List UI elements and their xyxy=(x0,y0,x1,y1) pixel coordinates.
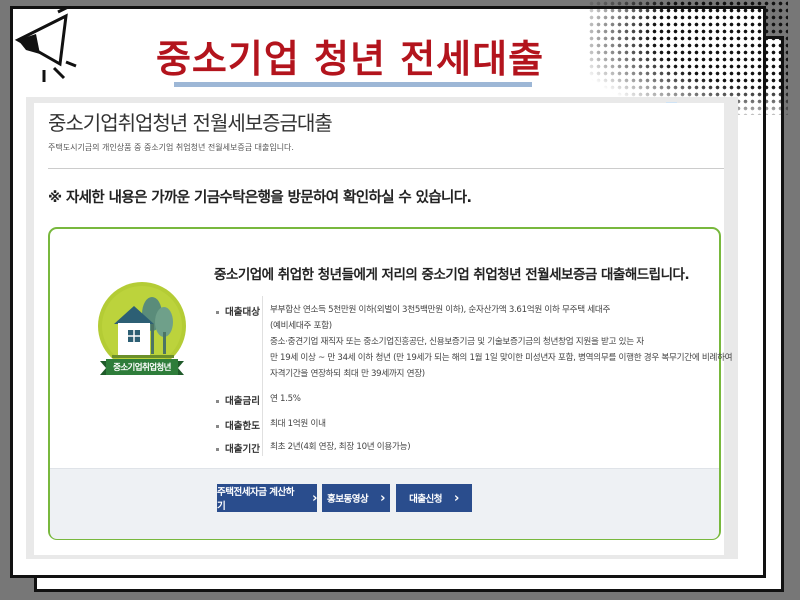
label-loan-limit: 대출한도 xyxy=(216,418,264,432)
loan-logo: 중소기업취업청년 xyxy=(96,262,188,394)
value-interest-rate: 연 1.5% xyxy=(270,394,301,404)
info-divider xyxy=(262,296,263,456)
bullet-icon xyxy=(216,311,219,314)
logo-label: 중소기업취업청년 xyxy=(113,363,171,373)
notice-text: ※ 자세한 내용은 가까운 기금수탁은행을 방문하여 확인하실 수 있습니다. xyxy=(48,190,472,206)
card-title: 중소기업에 취업한 청년들에게 저리의 중소기업 취업청년 전월세보증금 대출해… xyxy=(214,267,690,283)
house-tree-icon xyxy=(98,282,186,375)
label-loan-period: 대출기간 xyxy=(216,441,264,455)
apply-loan-button[interactable]: 대출신청 › xyxy=(396,484,472,512)
banner-title: 중소기업 청년 전세대출 xyxy=(155,37,545,81)
page-subtitle: 주택도시기금의 개인상품 중 중소기업 취업청년 전월세보증금 대출입니다. xyxy=(48,143,294,152)
chevron-right-icon: › xyxy=(380,490,386,506)
promo-video-button[interactable]: 홍보동영상 › xyxy=(322,484,390,512)
calculate-button[interactable]: 주택전세자금 계산하기 › xyxy=(217,484,317,512)
page-title: 중소기업취업청년 전월세보증금대출 xyxy=(48,111,333,135)
value-loan-period: 최초 2년(4회 연장, 최장 10년 이용가능) xyxy=(270,442,411,452)
bullet-icon xyxy=(216,425,219,428)
bullet-icon xyxy=(216,400,219,403)
value-loan-target: 부부합산 연소득 5천만원 이하(외벌이 3천5백만원 이하), 순자산가액 3… xyxy=(270,305,733,379)
divider xyxy=(48,168,724,169)
chevron-right-icon: › xyxy=(312,490,317,506)
banner-underline xyxy=(174,82,532,87)
megaphone-icon xyxy=(14,6,77,82)
chevron-right-icon: › xyxy=(454,490,459,506)
value-loan-limit: 최대 1억원 이내 xyxy=(270,419,326,429)
label-loan-target: 대출대상 xyxy=(216,304,264,318)
bullet-icon xyxy=(216,448,219,451)
label-interest-rate: 대출금리 xyxy=(216,393,264,407)
